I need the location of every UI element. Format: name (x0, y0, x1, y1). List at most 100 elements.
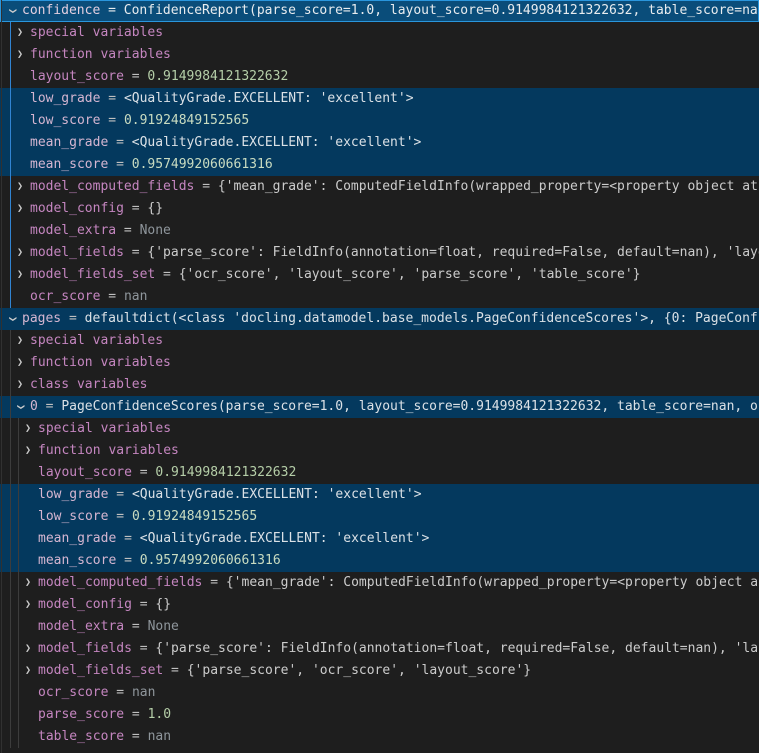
group-row[interactable]: ❯class variables (0, 374, 759, 396)
chevron-right-icon[interactable]: ❯ (20, 572, 36, 594)
variable-value: <QualityGrade.EXCELLENT: 'excellent'> (124, 91, 414, 106)
variable-row[interactable]: mean_grade = <QualityGrade.EXCELLENT: 'e… (0, 528, 759, 550)
equals-sign: = (116, 553, 139, 568)
equals-sign: = (61, 311, 84, 326)
variable-name: low_grade (30, 91, 100, 106)
chevron-down-icon[interactable]: ❯ (9, 399, 31, 415)
variable-row[interactable]: ocr_score = nan (0, 682, 759, 704)
equals-sign: = (108, 487, 131, 502)
variable-row[interactable]: model_extra = None (0, 220, 759, 242)
chevron-right-icon[interactable]: ❯ (20, 594, 36, 616)
row-label: mean_score = 0.9574992060661316 (38, 550, 281, 572)
variable-value: {} (155, 597, 171, 612)
variable-row[interactable]: mean_grade = <QualityGrade.EXCELLENT: 'e… (0, 132, 759, 154)
variable-row[interactable]: ❯model_config = {} (0, 198, 759, 220)
variable-row[interactable]: layout_score = 0.9149984121322632 (0, 462, 759, 484)
variable-row[interactable]: low_grade = <QualityGrade.EXCELLENT: 'ex… (0, 484, 759, 506)
variable-name: model_fields (38, 641, 132, 656)
equals-sign: = (132, 641, 155, 656)
variable-row[interactable]: ❯0 = PageConfidenceScores(parse_score=1.… (0, 396, 759, 418)
chevron-down-icon[interactable]: ❯ (1, 311, 23, 327)
variable-name: model_config (30, 201, 124, 216)
equals-sign: = (116, 531, 139, 546)
variable-value: ConfidenceReport(parse_score=1.0, layout… (124, 3, 759, 18)
chevron-right-icon[interactable]: ❯ (12, 242, 28, 264)
group-row[interactable]: ❯special variables (0, 418, 759, 440)
chevron-right-icon[interactable]: ❯ (12, 198, 28, 220)
variable-name: model_computed_fields (38, 575, 202, 590)
variable-row[interactable]: ❯model_fields = {'parse_score': FieldInf… (0, 242, 759, 264)
variable-name: model_fields_set (38, 663, 163, 678)
chevron-right-icon[interactable]: ❯ (12, 330, 28, 352)
row-label: low_grade = <QualityGrade.EXCELLENT: 'ex… (30, 88, 414, 110)
equals-sign: = (100, 113, 123, 128)
equals-sign: = (163, 663, 186, 678)
variable-value: None (148, 619, 179, 634)
variable-value: PageConfidenceScores(parse_score=1.0, la… (61, 399, 759, 414)
chevron-right-icon[interactable]: ❯ (20, 660, 36, 682)
variable-row[interactable]: ocr_score = nan (0, 286, 759, 308)
variable-row[interactable]: table_score = nan (0, 726, 759, 748)
group-row[interactable]: ❯function variables (0, 44, 759, 66)
row-label: ocr_score = nan (30, 286, 147, 308)
equals-sign: = (100, 91, 123, 106)
chevron-right-icon[interactable]: ❯ (20, 418, 36, 440)
chevron-right-icon[interactable]: ❯ (12, 44, 28, 66)
variable-value: {} (147, 201, 163, 216)
variable-row[interactable]: ❯confidence = ConfidenceReport(parse_sco… (0, 0, 759, 22)
variable-row[interactable]: ❯model_fields_set = {'parse_score', 'ocr… (0, 660, 759, 682)
chevron-right-icon[interactable]: ❯ (12, 264, 28, 286)
equals-sign: = (124, 69, 147, 84)
chevron-down-icon[interactable]: ❯ (1, 3, 23, 19)
group-row[interactable]: ❯function variables (0, 352, 759, 374)
variable-row[interactable]: mean_score = 0.9574992060661316 (0, 154, 759, 176)
chevron-right-icon[interactable]: ❯ (12, 374, 28, 396)
variable-name: mean_grade (38, 531, 116, 546)
group-row[interactable]: ❯special variables (0, 22, 759, 44)
row-label: 0 = PageConfidenceScores(parse_score=1.0… (30, 396, 759, 418)
variable-row[interactable]: model_extra = None (0, 616, 759, 638)
variable-row[interactable]: ❯model_fields_set = {'ocr_score', 'layou… (0, 264, 759, 286)
row-label: model_fields_set = {'parse_score', 'ocr_… (38, 660, 531, 682)
row-label: class variables (30, 374, 147, 396)
variable-name: function variables (30, 355, 171, 370)
chevron-right-icon[interactable]: ❯ (12, 22, 28, 44)
variable-row[interactable]: low_grade = <QualityGrade.EXCELLENT: 'ex… (0, 88, 759, 110)
variable-row[interactable]: low_score = 0.91924849152565 (0, 110, 759, 132)
row-label: model_config = {} (38, 594, 171, 616)
equals-sign: = (132, 465, 155, 480)
row-label: model_extra = None (30, 220, 171, 242)
variable-name: low_grade (38, 487, 108, 502)
chevron-right-icon[interactable]: ❯ (20, 638, 36, 660)
chevron-right-icon[interactable]: ❯ (12, 352, 28, 374)
variable-value: 0.9149984121322632 (155, 465, 296, 480)
chevron-right-icon[interactable]: ❯ (12, 176, 28, 198)
variable-name: model_fields (30, 245, 124, 260)
variable-value: {'mean_grade': ComputedFieldInfo(wrapped… (218, 179, 758, 194)
variable-name: mean_grade (30, 135, 108, 150)
variable-row[interactable]: parse_score = 1.0 (0, 704, 759, 726)
variable-row[interactable]: ❯model_computed_fields = {'mean_grade': … (0, 176, 759, 198)
variable-row[interactable]: layout_score = 0.9149984121322632 (0, 66, 759, 88)
variable-value: <QualityGrade.EXCELLENT: 'excellent'> (132, 135, 422, 150)
variable-row[interactable]: low_score = 0.91924849152565 (0, 506, 759, 528)
group-row[interactable]: ❯function variables (0, 440, 759, 462)
variable-row[interactable]: ❯model_config = {} (0, 594, 759, 616)
variable-name: class variables (30, 377, 147, 392)
chevron-right-icon[interactable]: ❯ (20, 440, 36, 462)
variable-value: nan (132, 685, 155, 700)
equals-sign: = (108, 509, 131, 524)
equals-sign: = (124, 707, 147, 722)
variable-row[interactable]: ❯model_computed_fields = {'mean_grade': … (0, 572, 759, 594)
variable-name: confidence (22, 3, 100, 18)
group-row[interactable]: ❯special variables (0, 330, 759, 352)
variable-value: <QualityGrade.EXCELLENT: 'excellent'> (132, 487, 422, 502)
variable-name: special variables (30, 333, 163, 348)
variable-row[interactable]: ❯model_fields = {'parse_score': FieldInf… (0, 638, 759, 660)
row-label: model_fields = {'parse_score': FieldInfo… (38, 638, 758, 660)
row-label: parse_score = 1.0 (38, 704, 171, 726)
variable-row[interactable]: ❯pages = defaultdict(<class 'docling.dat… (0, 308, 759, 330)
variable-row[interactable]: mean_score = 0.9574992060661316 (0, 550, 759, 572)
variable-name: special variables (38, 421, 171, 436)
variable-name: layout_score (30, 69, 124, 84)
